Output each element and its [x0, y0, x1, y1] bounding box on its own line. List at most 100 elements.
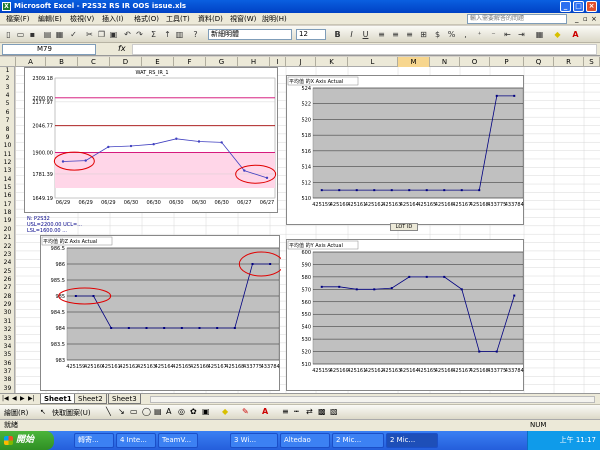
redo-icon[interactable]: ↷ [134, 29, 145, 40]
row-header[interactable]: 4 [0, 92, 15, 100]
x-axis-chart[interactable]: 平均值 的X Axis Actual 524 522 520 518 516 514 512 5… [286, 75, 524, 225]
diagram-icon[interactable]: ◎ [178, 407, 185, 416]
column-header[interactable]: J [286, 57, 316, 67]
row-header[interactable]: 1 [0, 67, 15, 75]
autosum-icon[interactable]: Σ [148, 29, 159, 40]
doc-minimize-icon[interactable]: _ [575, 14, 579, 24]
align-center-icon[interactable]: ≡ [390, 29, 401, 40]
currency-icon[interactable]: $ [432, 29, 443, 40]
underline-button[interactable]: U [360, 29, 371, 40]
column-header[interactable]: S [584, 57, 600, 67]
fill-color-draw-icon[interactable]: ◆ [222, 407, 228, 416]
row-header[interactable]: 8 [0, 126, 15, 134]
row-header[interactable]: 11 [0, 151, 15, 159]
row-header[interactable]: 33 [0, 335, 15, 343]
worksheet-grid[interactable]: WAT_RS_IR_1 2309.18 2200.00 2177.97 2046.77… [16, 67, 600, 393]
merge-center-icon[interactable]: ⊞ [418, 29, 429, 40]
row-header[interactable]: 6 [0, 109, 15, 117]
line-color-icon[interactable]: ✎ [242, 407, 249, 416]
taskbar-item[interactable]: 3 Wi... [230, 433, 278, 448]
column-header[interactable]: C [78, 57, 110, 67]
row-header[interactable]: 34 [0, 343, 15, 351]
column-header[interactable]: R [554, 57, 584, 67]
tab-scroll-first-icon[interactable]: |◀ [2, 395, 9, 402]
row-header[interactable]: 16 [0, 192, 15, 200]
z-axis-chart[interactable]: 平均值 的Z Axis Actual 986.5 986 985.5 985 984.5 9… [40, 235, 284, 391]
maximize-button[interactable]: □ [573, 1, 584, 12]
column-header-selected[interactable]: M [398, 57, 430, 67]
row-header[interactable]: 29 [0, 301, 15, 309]
menu-window[interactable]: 視窗(W) [230, 14, 256, 24]
row-header[interactable]: 24 [0, 259, 15, 267]
draw-menu-button[interactable]: 繪圖(R) [4, 408, 28, 418]
increase-decimal-icon[interactable]: ⁺ [474, 29, 485, 40]
spelling-icon[interactable]: ✓ [68, 29, 79, 40]
row-header[interactable]: 19 [0, 217, 15, 225]
column-header[interactable]: E [142, 57, 174, 67]
clipart-icon[interactable]: ✿ [190, 407, 197, 416]
horizontal-scrollbar[interactable] [150, 396, 595, 403]
oval-icon[interactable]: ◯ [142, 407, 151, 416]
open-icon[interactable]: ▭ [15, 29, 26, 40]
function-icon[interactable]: fx [118, 44, 126, 53]
textbox-icon[interactable]: ▤ [154, 407, 162, 416]
sort-asc-icon[interactable]: ↑ [162, 29, 173, 40]
menu-file[interactable]: 檔案(F) [6, 14, 30, 24]
font-color-icon[interactable]: A [570, 29, 581, 40]
column-header[interactable]: Q [524, 57, 554, 67]
undo-icon[interactable]: ↶ [122, 29, 133, 40]
formula-input[interactable] [132, 44, 597, 55]
percent-button[interactable]: % [446, 29, 457, 40]
row-header[interactable]: 27 [0, 284, 15, 292]
column-header[interactable]: A [16, 57, 46, 67]
menu-format[interactable]: 格式(O) [134, 14, 159, 24]
excel-app-icon[interactable]: X [2, 2, 11, 11]
row-header[interactable]: 3 [0, 84, 15, 92]
rectangle-icon[interactable]: ▭ [130, 407, 138, 416]
column-header[interactable]: B [46, 57, 78, 67]
font-size-select[interactable]: 12 [296, 29, 326, 40]
tab-sheet1[interactable]: Sheet1 [40, 394, 76, 404]
italic-button[interactable]: I [346, 29, 357, 40]
row-header[interactable]: 10 [0, 142, 15, 150]
column-header[interactable]: F [174, 57, 206, 67]
chart-wizard-icon[interactable]: ▥ [174, 29, 185, 40]
row-header[interactable]: 32 [0, 326, 15, 334]
tab-sheet3[interactable]: Sheet3 [108, 394, 141, 404]
column-header[interactable]: O [460, 57, 490, 67]
taskbar-item[interactable]: 轉寄... [74, 433, 114, 448]
row-header[interactable]: 2 [0, 75, 15, 83]
menu-help[interactable]: 說明(H) [262, 14, 287, 24]
column-header[interactable]: H [238, 57, 270, 67]
row-header[interactable]: 23 [0, 251, 15, 259]
font-name-select[interactable]: 新細明體 [208, 29, 292, 40]
row-header[interactable]: 15 [0, 184, 15, 192]
tab-scroll-next-icon[interactable]: ▶ [20, 395, 25, 402]
copy-icon[interactable]: ❐ [96, 29, 107, 40]
taskbar-item-active[interactable]: 2 Mic... [386, 433, 438, 448]
column-header[interactable]: K [316, 57, 348, 67]
row-header[interactable]: 9 [0, 134, 15, 142]
row-header[interactable]: 21 [0, 234, 15, 242]
column-header[interactable]: D [110, 57, 142, 67]
arrow-icon[interactable]: ↘ [118, 407, 125, 416]
help-question-input[interactable]: 輸入需要解答的問題 [467, 14, 567, 24]
wordart-icon[interactable]: A [166, 407, 171, 416]
menu-view[interactable]: 檢視(V) [70, 14, 94, 24]
autoshapes-button[interactable]: 快取圖案(U) [52, 408, 91, 418]
menu-tools[interactable]: 工具(T) [166, 14, 190, 24]
row-header[interactable]: 39 [0, 385, 15, 393]
row-header[interactable]: 22 [0, 243, 15, 251]
font-color-draw-icon[interactable]: A [262, 407, 268, 416]
borders-icon[interactable]: ▦ [534, 29, 545, 40]
close-button[interactable]: × [586, 1, 597, 12]
row-header[interactable]: 18 [0, 209, 15, 217]
column-header[interactable]: N [430, 57, 460, 67]
paste-icon[interactable]: ▣ [108, 29, 119, 40]
row-header[interactable]: 7 [0, 117, 15, 125]
row-header[interactable]: 14 [0, 176, 15, 184]
menu-edit[interactable]: 編輯(E) [38, 14, 62, 24]
row-header[interactable]: 36 [0, 360, 15, 368]
taskbar-item[interactable]: TeamV... [158, 433, 198, 448]
tab-scroll-prev-icon[interactable]: ◀ [12, 395, 17, 402]
